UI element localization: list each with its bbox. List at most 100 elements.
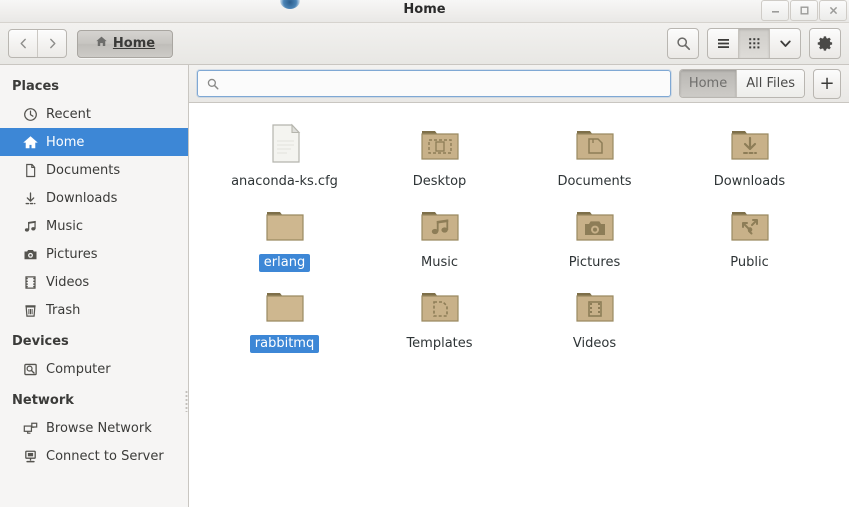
film-icon <box>22 274 38 290</box>
file-item-label: Pictures <box>568 255 621 270</box>
file-item[interactable]: Desktop <box>362 117 517 198</box>
camera-icon <box>22 246 38 262</box>
file-item-label: rabbitmq <box>249 335 320 353</box>
sidebar-item-pictures[interactable]: Pictures <box>0 240 188 268</box>
sidebar-item-computer[interactable]: Computer <box>0 355 188 383</box>
sidebar-item-connect-to-server[interactable]: Connect to Server <box>0 442 188 470</box>
sidebar-item-music[interactable]: Music <box>0 212 188 240</box>
file-item[interactable]: Documents <box>517 117 672 198</box>
server-icon <box>22 448 38 464</box>
toolbar: Home <box>0 23 849 65</box>
search-input[interactable] <box>226 75 662 92</box>
file-grid: anaconda-ks.cfg Desktop Documents Downlo… <box>207 117 841 360</box>
folder-pictures-icon <box>571 198 619 248</box>
sidebar-item-videos[interactable]: Videos <box>0 268 188 296</box>
toolbar-right-group <box>667 28 841 59</box>
search-icon <box>206 77 220 91</box>
breadcrumb-item-label: Home <box>112 36 156 51</box>
sidebar-section-devices-title: Devices <box>12 334 69 349</box>
folder-videos-icon <box>571 279 619 329</box>
navigation-buttons <box>8 29 67 58</box>
computer-icon <box>22 361 38 377</box>
folder-icon <box>261 279 309 329</box>
file-item[interactable]: Downloads <box>672 117 827 198</box>
file-item-label: Music <box>421 255 458 270</box>
clock-icon <box>22 106 38 122</box>
download-icon <box>22 190 38 206</box>
sidebar-item-label: Home <box>46 134 85 150</box>
file-item[interactable]: Pictures <box>517 198 672 279</box>
search-scope-toggle: Home All Files <box>678 69 805 98</box>
breadcrumb-item-home[interactable]: Home <box>77 29 173 58</box>
sidebar-item-trash[interactable]: Trash <box>0 296 188 324</box>
sidebar-section-network-title: Network <box>12 393 74 408</box>
sidebar-item-label: Recent <box>46 106 91 122</box>
add-search-criterion-button[interactable]: + <box>813 68 841 99</box>
sidebar-item-label: Downloads <box>46 190 118 206</box>
sidebar-item-label: Computer <box>46 361 111 377</box>
file-item[interactable]: anaconda-ks.cfg <box>207 117 362 198</box>
search-bar: Home All Files + <box>189 65 849 103</box>
breadcrumb: Home <box>77 29 173 58</box>
folder-templates-icon <box>416 279 464 329</box>
document-icon <box>22 162 38 178</box>
sidebar-item-label: Connect to Server <box>46 448 164 464</box>
window-controls <box>760 0 847 21</box>
view-mode-buttons <box>707 28 801 59</box>
file-item-label: Desktop <box>412 174 467 189</box>
file-manager-window: Home Home Places Recent Home Documents D… <box>0 0 849 507</box>
folder-documents-icon <box>571 117 619 167</box>
sidebar-item-browse-network[interactable]: Browse Network <box>0 414 188 442</box>
file-item-label: erlang <box>258 254 311 272</box>
sidebar-item-label: Trash <box>46 302 81 318</box>
list-view-button[interactable] <box>708 29 738 58</box>
file-item[interactable]: Music <box>362 198 517 279</box>
text-file-icon <box>261 117 309 167</box>
file-item-label: Videos <box>572 336 617 351</box>
music-icon <box>22 218 38 234</box>
network-icon <box>22 420 38 436</box>
file-list-area[interactable]: anaconda-ks.cfg Desktop Documents Downlo… <box>189 103 849 507</box>
home-icon <box>95 35 108 52</box>
title-bar: Home <box>0 0 849 23</box>
sidebar-item-label: Videos <box>46 274 90 290</box>
window-body: Places Recent Home Documents Downloads M… <box>0 65 849 507</box>
file-item-label: anaconda-ks.cfg <box>231 174 338 189</box>
home-icon <box>22 134 38 150</box>
file-item[interactable]: erlang <box>207 198 362 279</box>
file-item[interactable]: Public <box>672 198 827 279</box>
back-button[interactable] <box>9 30 37 57</box>
folder-downloads-icon <box>726 117 774 167</box>
folder-public-icon <box>726 198 774 248</box>
search-field[interactable] <box>197 70 671 97</box>
search-scope-home[interactable]: Home <box>679 70 737 97</box>
file-item[interactable]: Templates <box>362 279 517 360</box>
file-item[interactable]: rabbitmq <box>207 279 362 360</box>
trash-icon <box>22 302 38 318</box>
close-button[interactable] <box>819 0 847 21</box>
sidebar-item-recent[interactable]: Recent <box>0 100 188 128</box>
sidebar-item-documents[interactable]: Documents <box>0 156 188 184</box>
folder-icon <box>261 198 309 248</box>
search-button[interactable] <box>667 28 699 59</box>
content-pane: Home All Files + anaconda-ks.cfg Desktop… <box>189 65 849 507</box>
sidebar-item-home[interactable]: Home <box>0 128 188 156</box>
sidebar: Places Recent Home Documents Downloads M… <box>0 65 189 507</box>
gear-icon[interactable] <box>809 28 841 59</box>
forward-button[interactable] <box>37 30 66 57</box>
minimize-button[interactable] <box>761 0 789 21</box>
sidebar-item-label: Browse Network <box>46 420 152 436</box>
search-scope-all-files[interactable]: All Files <box>736 70 804 97</box>
sidebar-item-downloads[interactable]: Downloads <box>0 184 188 212</box>
sidebar-item-label: Music <box>46 218 83 234</box>
file-item[interactable]: Videos <box>517 279 672 360</box>
folder-music-icon <box>416 198 464 248</box>
file-item-label: Documents <box>557 174 632 189</box>
sidebar-section-places-title: Places <box>12 79 60 94</box>
folder-desktop-icon <box>416 117 464 167</box>
maximize-button[interactable] <box>790 0 818 21</box>
window-title: Home <box>403 2 446 17</box>
grid-view-button[interactable] <box>738 29 769 58</box>
view-options-button[interactable] <box>769 29 800 58</box>
sidebar-item-label: Documents <box>46 162 121 178</box>
